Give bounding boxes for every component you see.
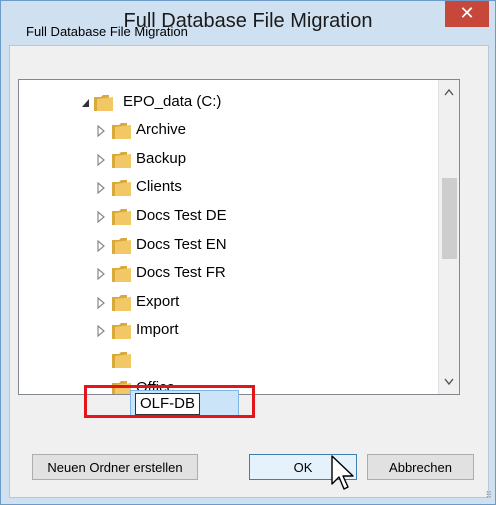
highlight-box	[84, 385, 255, 418]
tree-root-item[interactable]: EPO_data (C:)	[19, 89, 439, 117]
tree-item-export[interactable]: Export	[19, 289, 439, 317]
new-folder-button[interactable]: Neuen Ordner erstellen	[32, 454, 198, 480]
folder-icon	[112, 123, 131, 139]
tree-item-label: Import	[136, 321, 179, 338]
chevron-up-icon	[444, 88, 454, 96]
cancel-button[interactable]: Abbrechen	[367, 454, 474, 480]
chevron-down-icon	[444, 378, 454, 386]
resize-grip-icon[interactable]: ⠿	[485, 490, 492, 501]
collapsed-arrow-icon[interactable]	[97, 240, 106, 252]
tree-item-archive[interactable]: Archive	[19, 117, 439, 145]
tree-item-label: Export	[136, 293, 180, 310]
tree-item-docs-test-fr[interactable]: Docs Test FR	[19, 260, 439, 288]
folder-icon	[112, 209, 131, 225]
folder-icon	[94, 95, 113, 111]
vertical-scrollbar[interactable]	[438, 80, 459, 394]
tree-root-label: EPO_data (C:)	[123, 93, 222, 110]
tree-item-clients[interactable]: Clients	[19, 174, 439, 202]
collapsed-arrow-icon[interactable]	[97, 297, 106, 309]
collapsed-arrow-icon[interactable]	[97, 182, 106, 194]
mouse-pointer-icon	[331, 455, 354, 490]
tree-item-label: Docs Test FR	[136, 264, 226, 281]
tree-item-backup[interactable]: Backup	[19, 146, 439, 174]
tree-item-label: Clients	[136, 178, 182, 195]
tree-item-label: Docs Test EN	[136, 236, 227, 253]
collapsed-arrow-icon[interactable]	[97, 211, 106, 223]
folder-icon	[112, 295, 131, 311]
folder-icon	[112, 323, 131, 339]
tree-item-docs-test-en[interactable]: Docs Test EN	[19, 232, 439, 260]
tree-item-label: Backup	[136, 150, 187, 167]
close-icon: ✕	[459, 3, 475, 23]
tree-item-import[interactable]: Import	[19, 317, 439, 345]
scroll-up-button[interactable]	[439, 82, 459, 100]
folder-tree[interactable]: EPO_data (C:) Archive Backup Clients Doc…	[18, 79, 460, 395]
tree-item-label: Archive	[136, 121, 187, 138]
folder-icon	[112, 238, 131, 254]
scrollbar-thumb[interactable]	[442, 178, 457, 259]
folder-icon	[112, 266, 131, 282]
collapsed-arrow-icon[interactable]	[97, 268, 106, 280]
scroll-down-button[interactable]	[439, 374, 459, 392]
close-button[interactable]: ✕	[445, 1, 489, 27]
tree-item-label: Docs Test DE	[136, 207, 227, 224]
folder-icon	[112, 152, 131, 168]
collapsed-arrow-icon[interactable]	[97, 154, 106, 166]
collapsed-arrow-icon[interactable]	[97, 125, 106, 137]
dialog-description: Full Database File Migration	[26, 24, 188, 39]
folder-icon	[112, 180, 131, 196]
tree-item-editing[interactable]	[19, 346, 439, 374]
tree-item-docs-test-de[interactable]: Docs Test DE	[19, 203, 439, 231]
folder-icon	[112, 352, 131, 368]
collapsed-arrow-icon[interactable]	[97, 325, 106, 337]
expanded-arrow-icon[interactable]	[81, 97, 90, 109]
